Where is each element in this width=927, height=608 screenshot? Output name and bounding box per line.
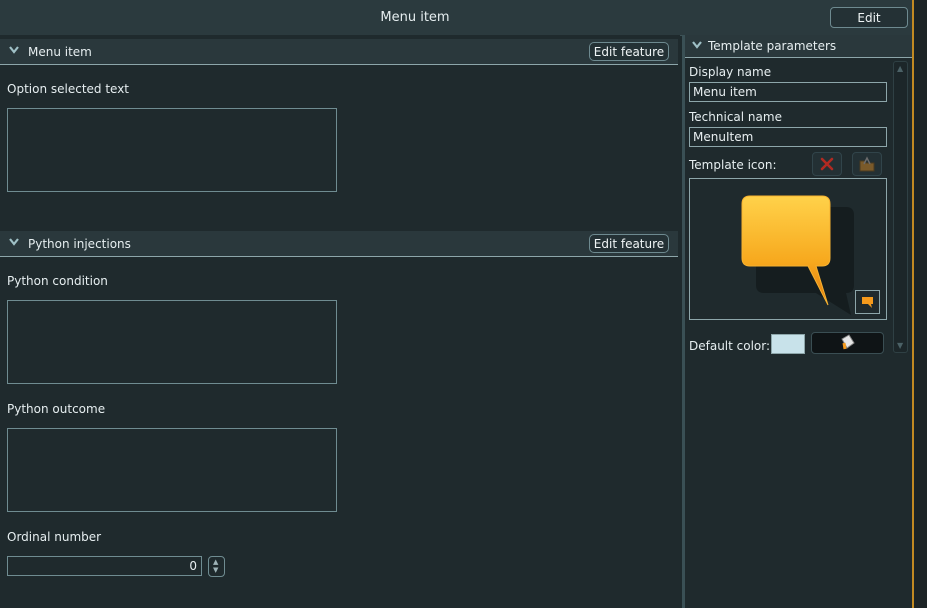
option-selected-text-label: Option selected text [7,82,130,96]
section-header-menu-item[interactable]: Menu item Edit feature [0,39,678,65]
page-title: Menu item [380,10,450,25]
python-condition-label: Python condition [7,274,108,288]
edit-feature-button[interactable]: Edit feature [589,234,669,253]
close-icon [820,157,834,171]
template-parameters-header[interactable]: Template parameters [685,35,912,58]
ordinal-number-label: Ordinal number [7,530,102,544]
section-title: Python injections [28,237,131,251]
spin-up-icon[interactable]: ▲ [213,559,218,566]
section-title: Menu item [28,45,92,59]
default-color-label: Default color: [689,339,771,353]
scroll-up-icon[interactable]: ▲ [897,64,903,73]
ordinal-number-input[interactable]: 0 [7,556,202,576]
python-outcome-field[interactable] [7,428,337,512]
chevron-down-icon[interactable] [9,45,19,55]
technical-name-input[interactable]: MenuItem [689,127,887,147]
template-parameters-title: Template parameters [708,39,837,53]
icon-variant-button[interactable] [855,290,880,314]
technical-name-label: Technical name [689,110,782,124]
python-condition-field[interactable] [7,300,337,384]
remove-icon-button[interactable] [812,152,842,176]
display-name-input[interactable]: Menu item [689,82,887,102]
default-color-swatch[interactable] [771,334,805,354]
color-picker-button[interactable] [811,332,884,354]
option-selected-text-field[interactable] [7,108,337,192]
display-name-label: Display name [689,65,772,79]
template-icon-label: Template icon: [689,158,777,172]
spin-down-icon[interactable]: ▼ [213,567,218,574]
section-header-python-injections[interactable]: Python injections Edit feature [0,231,678,257]
top-bar: Menu item Edit [0,0,912,36]
edit-feature-button[interactable]: Edit feature [589,42,669,61]
folder-open-icon [859,156,875,172]
python-outcome-label: Python outcome [7,402,106,416]
open-folder-button[interactable] [852,152,882,176]
speech-bubble-icon [862,297,873,308]
edit-button[interactable]: Edit [830,7,908,28]
scroll-down-icon[interactable]: ▼ [897,341,903,350]
right-pane-scrollbar[interactable]: ▲ ▼ [893,61,908,353]
chevron-down-icon[interactable] [9,237,19,247]
chevron-down-icon[interactable] [692,40,702,50]
paint-bucket-icon [841,334,855,350]
ordinal-number-spinner[interactable]: ▲ ▼ [208,556,225,577]
outer-frame [914,0,927,608]
